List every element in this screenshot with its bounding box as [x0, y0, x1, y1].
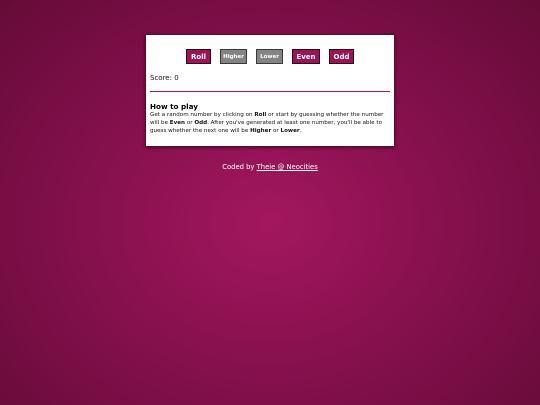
even-button[interactable]: Even — [292, 49, 320, 64]
how-to-play-text: Get a random number by clicking on Roll … — [150, 111, 390, 135]
footer-credit-text: Coded by — [222, 163, 257, 171]
roll-button[interactable]: Roll — [186, 49, 211, 64]
howto-lower-keyword: Lower — [280, 128, 300, 134]
how-to-play-heading: How to play — [150, 102, 198, 111]
game-card: Roll Higher Lower Even Odd Score: 0 How … — [145, 34, 395, 147]
howto-text-part: or — [185, 120, 195, 126]
divider — [150, 91, 390, 92]
howto-even-keyword: Even — [169, 120, 186, 126]
lower-button[interactable]: Lower — [256, 49, 283, 64]
howto-higher-keyword: Higher — [250, 128, 272, 134]
howto-text-part: Get a random number by clicking on — [150, 112, 255, 118]
howto-odd-keyword: Odd — [194, 120, 208, 126]
higher-button[interactable]: Higher — [220, 49, 247, 64]
neocities-link[interactable]: Theie @ Neocities — [257, 163, 318, 171]
odd-button[interactable]: Odd — [329, 49, 354, 64]
howto-text-part: or — [271, 128, 281, 134]
button-row: Roll Higher Lower Even Odd — [146, 49, 394, 64]
footer: Coded by Theie @ Neocities — [0, 163, 540, 171]
howto-text-part: . — [299, 128, 302, 134]
howto-roll-keyword: Roll — [254, 112, 267, 118]
score-display: Score: 0 — [150, 74, 179, 82]
